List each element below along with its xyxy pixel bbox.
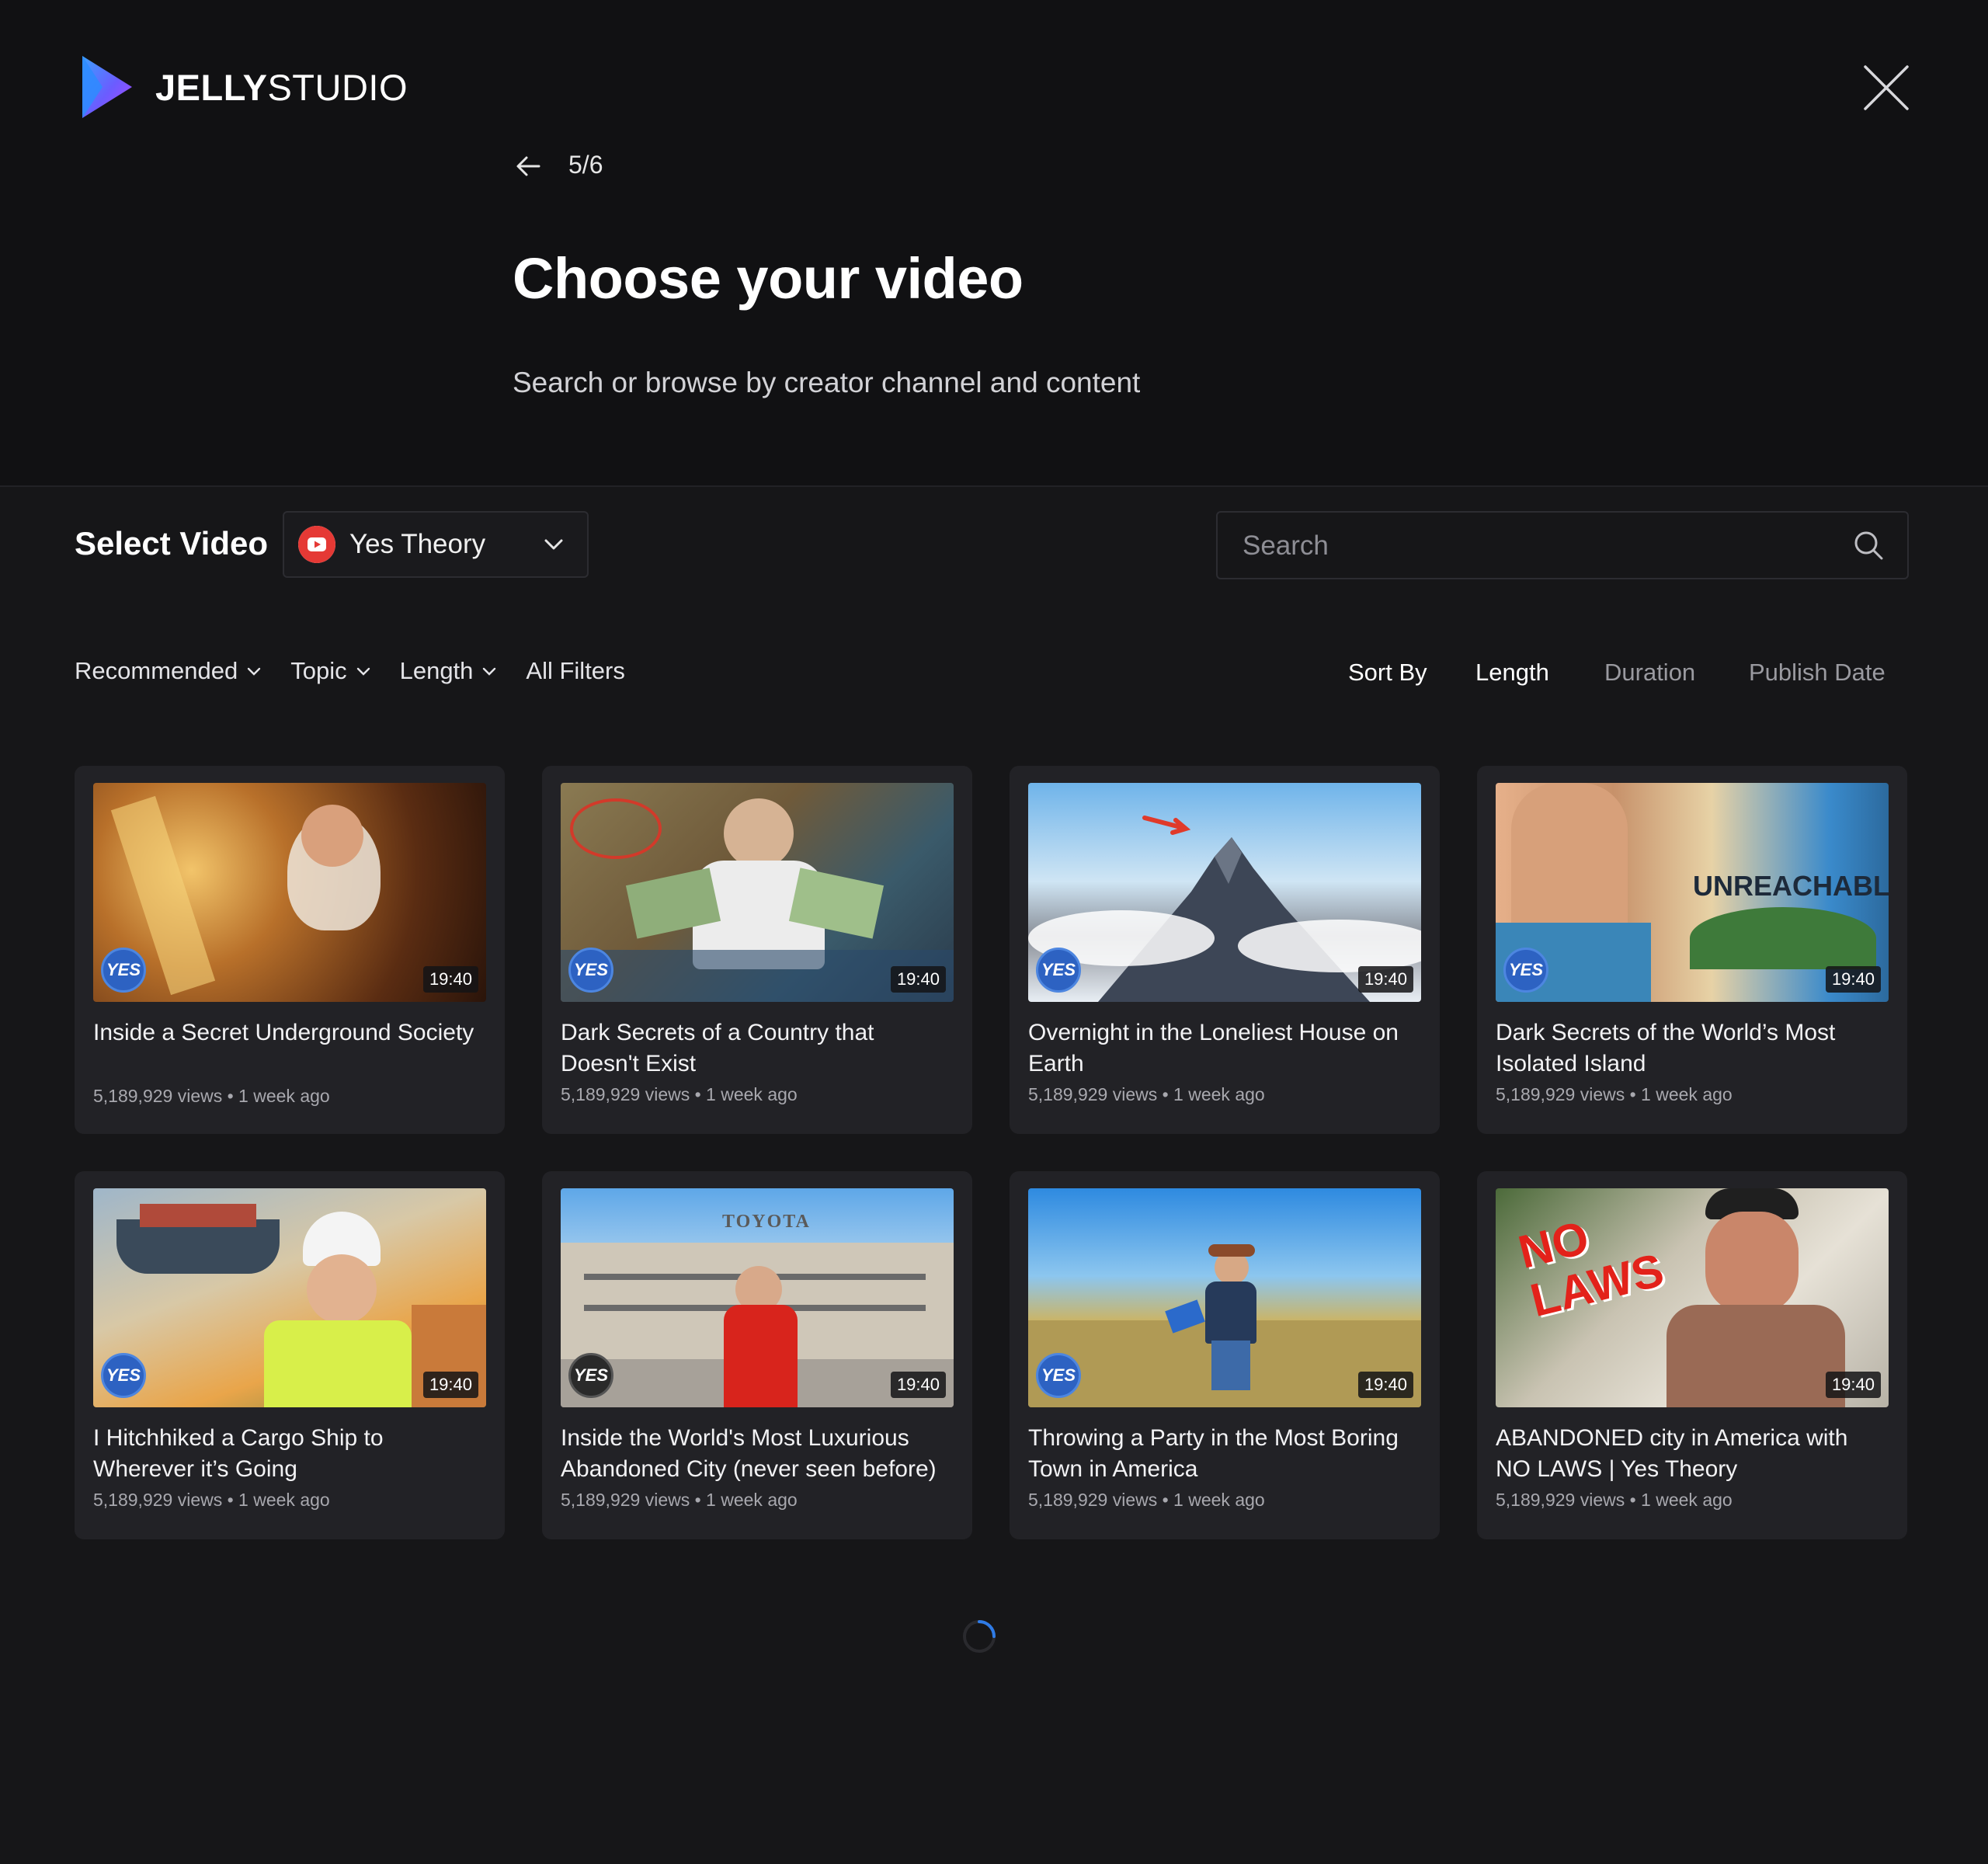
chevron-down-icon <box>248 667 261 676</box>
video-meta: 5,189,929 views • 1 week ago <box>1028 1084 1265 1104</box>
video-title: Dark Secrets of a Country that Doesn't E… <box>561 1020 874 1076</box>
video-title: Dark Secrets of the World’s Most Isolate… <box>1496 1020 1836 1076</box>
thumbnail-overlay-text: NO LAWS <box>1513 1211 1669 1327</box>
video-thumbnail: YES 19:40 <box>561 783 954 1002</box>
video-duration: 19:40 <box>890 966 946 993</box>
video-thumbnail: YES 19:40 <box>1028 1188 1421 1407</box>
video-meta: 5,189,929 views • 1 week ago <box>561 1490 798 1510</box>
video-duration: 19:40 <box>890 1372 946 1398</box>
video-duration: 19:40 <box>1357 966 1413 993</box>
video-duration: 19:40 <box>422 1372 478 1398</box>
brand-name: JELLYSTUDIO <box>155 66 408 108</box>
video-card[interactable]: YES 19:40 Inside a Secret Underground So… <box>75 766 505 1134</box>
video-title: Inside a Secret Underground Society <box>93 1020 474 1045</box>
step-indicator: 5/6 <box>568 151 603 179</box>
video-meta: 5,189,929 views • 1 week ago <box>1496 1084 1733 1104</box>
youtube-icon <box>298 526 335 563</box>
video-meta: 5,189,929 views • 1 week ago <box>1496 1490 1733 1510</box>
filter-all-filters[interactable]: All Filters <box>526 657 624 685</box>
video-meta: 5,189,929 views • 1 week ago <box>561 1084 798 1104</box>
video-duration: 19:40 <box>422 966 478 993</box>
video-card[interactable]: YES 19:40 Throwing a Party in the Most B… <box>1010 1171 1440 1539</box>
search-box <box>1216 511 1909 579</box>
thumbnail-overlay-text: UNREACHABLE <box>1693 870 1889 902</box>
video-card[interactable]: NO LAWS 19:40 ABANDONED city in America … <box>1477 1171 1907 1539</box>
video-meta: 5,189,929 views • 1 week ago <box>1028 1490 1265 1510</box>
brand-logo: JELLYSTUDIO <box>76 53 408 121</box>
channel-avatar: YES <box>568 1353 613 1398</box>
back-arrow-icon[interactable] <box>514 152 542 180</box>
page-title: Choose your video <box>513 246 1024 311</box>
sort-option-duration[interactable]: Duration <box>1604 659 1695 687</box>
video-thumbnail: UNREACHABLE YES 19:40 <box>1496 783 1889 1002</box>
header-panel: JELLYSTUDIO 5/6 Choose your video Search… <box>0 0 1988 487</box>
channel-avatar: YES <box>1036 1353 1081 1398</box>
channel-avatar: YES <box>568 948 613 993</box>
video-title: ABANDONED city in America with NO LAWS |… <box>1496 1425 1848 1482</box>
play-logo-icon <box>82 56 132 118</box>
filter-recommended[interactable]: Recommended <box>75 657 262 685</box>
video-card[interactable]: YES 19:40 Overnight in the Loneliest Hou… <box>1010 766 1440 1134</box>
channel-avatar: YES <box>101 948 146 993</box>
sort-option-publish-date[interactable]: Publish Date <box>1749 659 1885 687</box>
video-card[interactable]: YES 19:40 I Hitchhiked a Cargo Ship to W… <box>75 1171 505 1539</box>
page-subtitle: Search or browse by creator channel and … <box>513 367 1141 398</box>
channel-name: Yes Theory <box>349 529 486 559</box>
loading-spinner-icon <box>963 1620 996 1653</box>
video-card[interactable]: TOYOTA YES 19:40 Inside the World's Most… <box>542 1171 972 1539</box>
video-thumbnail: TOYOTA YES 19:40 <box>561 1188 954 1407</box>
thumbnail-overlay-text: TOYOTA <box>722 1212 811 1232</box>
video-grid: YES 19:40 Inside a Secret Underground So… <box>75 766 1910 1539</box>
channel-avatar: YES <box>1503 948 1548 993</box>
sort-option-length[interactable]: Length <box>1475 659 1549 687</box>
chevron-down-icon <box>356 667 370 676</box>
filter-length[interactable]: Length <box>400 657 499 685</box>
channel-avatar: YES <box>1036 948 1081 993</box>
chevron-down-icon <box>544 539 563 550</box>
video-title: I Hitchhiked a Cargo Ship to Wherever it… <box>93 1425 384 1482</box>
video-title: Throwing a Party in the Most Boring Town… <box>1028 1425 1399 1482</box>
video-thumbnail: NO LAWS 19:40 <box>1496 1188 1889 1407</box>
search-icon[interactable] <box>1853 530 1884 561</box>
video-thumbnail: YES 19:40 <box>93 1188 486 1407</box>
video-card[interactable]: YES 19:40 Dark Secrets of a Country that… <box>542 766 972 1134</box>
close-icon[interactable] <box>1862 64 1910 112</box>
chevron-down-icon <box>483 667 496 676</box>
video-meta: 5,189,929 views • 1 week ago <box>93 1086 330 1106</box>
video-duration: 19:40 <box>1825 1372 1881 1398</box>
video-title: Inside the World's Most Luxurious Abando… <box>561 1425 937 1482</box>
channel-avatar: YES <box>101 1353 146 1398</box>
sort-by-label: Sort By <box>1348 659 1427 686</box>
video-thumbnail: YES 19:40 <box>1028 783 1421 1002</box>
filter-bar: Recommended Topic Length All Filters <box>75 657 653 685</box>
video-duration: 19:40 <box>1825 966 1881 993</box>
video-card[interactable]: UNREACHABLE YES 19:40 Dark Secrets of th… <box>1477 766 1907 1134</box>
channel-dropdown[interactable]: Yes Theory <box>283 511 589 578</box>
search-input[interactable] <box>1241 513 1850 579</box>
filter-topic[interactable]: Topic <box>290 657 371 685</box>
select-video-label: Select Video <box>75 525 269 562</box>
video-duration: 19:40 <box>1357 1372 1413 1398</box>
video-thumbnail: YES 19:40 <box>93 783 486 1002</box>
video-meta: 5,189,929 views • 1 week ago <box>93 1490 330 1510</box>
video-title: Overnight in the Loneliest House on Eart… <box>1028 1020 1399 1076</box>
